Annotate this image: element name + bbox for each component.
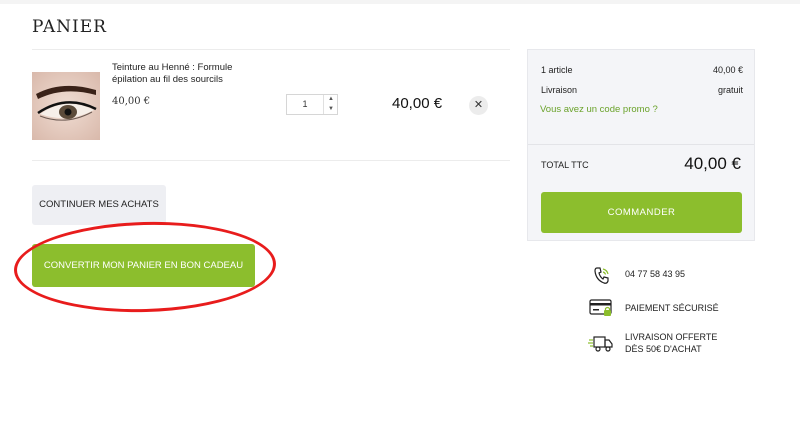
quantity-input[interactable]: 1	[287, 95, 323, 114]
eye-makeup-image	[32, 72, 100, 140]
order-button[interactable]: COMMANDER	[541, 192, 742, 233]
phone-number[interactable]: 04 77 58 43 95	[625, 268, 685, 280]
phone-icon	[594, 267, 609, 284]
chevron-up-icon[interactable]: ▲	[325, 95, 337, 104]
articles-value: 40,00 €	[712, 65, 743, 75]
free-delivery-line1: LIVRAISON OFFERTE	[625, 332, 718, 342]
free-delivery-line2: DÈS 50€ D'ACHAT	[625, 344, 702, 354]
product-thumbnail[interactable]	[32, 72, 100, 140]
quantity-separator	[323, 95, 324, 114]
convert-to-gift-card-button[interactable]: CONVERTIR MON PANIER EN BON CADEAU	[32, 244, 255, 287]
summary-shipping-row: Livraison gratuit	[541, 85, 743, 95]
continue-shopping-button[interactable]: CONTINUER MES ACHATS	[32, 185, 166, 225]
quantity-stepper[interactable]: 1 ▲ ▼	[286, 94, 338, 115]
delivery-truck-icon	[588, 336, 613, 352]
page-title: PANIER	[32, 17, 107, 38]
total-value: 40,00 €	[684, 154, 741, 173]
product-unit-price: 40,00 €	[112, 96, 151, 107]
promo-code-link[interactable]: Vous avez un code promo ?	[540, 104, 658, 115]
summary-divider	[528, 144, 754, 145]
shipping-label: Livraison	[541, 85, 578, 95]
articles-label: 1 article	[541, 65, 573, 75]
product-name[interactable]: Teinture au Henné : Formule épilation au…	[112, 62, 252, 86]
chevron-down-icon[interactable]: ▼	[325, 105, 337, 114]
top-bar	[0, 0, 800, 4]
secure-payment-label: PAIEMENT SÉCURISÉ	[625, 303, 719, 313]
shipping-value: gratuit	[717, 85, 743, 95]
divider	[32, 49, 510, 50]
order-summary: 1 article 40,00 € Livraison gratuit Vous…	[527, 49, 755, 241]
close-icon[interactable]: ✕	[469, 96, 488, 115]
summary-articles-row: 1 article 40,00 €	[541, 65, 743, 75]
divider	[32, 160, 510, 161]
total-label: TOTAL TTC	[541, 160, 589, 170]
line-total: 40,00 €	[392, 95, 443, 112]
credit-card-icon	[589, 299, 612, 316]
